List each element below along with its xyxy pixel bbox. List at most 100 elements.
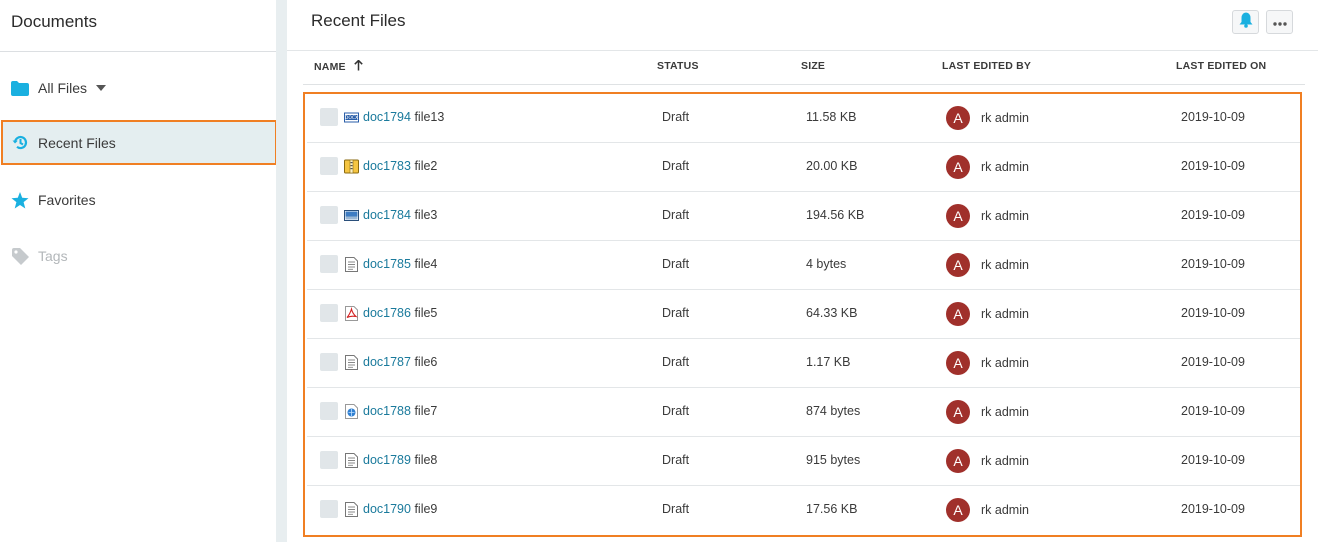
status-cell: Draft — [662, 159, 690, 173]
row-checkbox[interactable] — [320, 255, 338, 273]
file-name[interactable]: doc1783 file2 — [363, 159, 437, 173]
size-cell: 20.00 KB — [806, 159, 858, 173]
text-file-icon — [344, 453, 359, 468]
file-link[interactable]: doc1786 — [363, 306, 411, 320]
row-checkbox[interactable] — [320, 353, 338, 371]
archive-icon — [344, 159, 359, 174]
size-cell: 915 bytes — [806, 453, 861, 467]
status-cell: Draft — [662, 453, 690, 467]
row-checkbox[interactable] — [320, 402, 338, 420]
date-cell: 2019-10-09 — [1181, 208, 1245, 222]
tag-icon — [11, 247, 29, 265]
row-checkbox[interactable] — [320, 451, 338, 469]
status-cell: Draft — [662, 404, 690, 418]
file-title: file13 — [414, 110, 445, 124]
table-row[interactable]: doc1784 file3 Draft 194.56 KB A rk admin… — [307, 192, 1300, 241]
file-link[interactable]: doc1790 — [363, 502, 411, 516]
table-row[interactable]: doc1787 file6 Draft 1.17 KB A rk admin 2… — [307, 339, 1300, 388]
sidebar-item-recent-files[interactable]: Recent Files — [1, 120, 277, 165]
date-cell: 2019-10-09 — [1181, 453, 1245, 467]
file-link[interactable]: doc1787 — [363, 355, 411, 369]
date-cell: 2019-10-09 — [1181, 404, 1245, 418]
column-header-name[interactable]: NAME — [314, 59, 363, 74]
row-checkbox[interactable] — [320, 157, 338, 175]
status-cell: Draft — [662, 208, 690, 222]
panel-divider[interactable] — [276, 0, 287, 542]
file-name[interactable]: doc1786 file5 — [363, 306, 437, 320]
table-row[interactable]: doc1785 file4 Draft 4 bytes A rk admin 2… — [307, 241, 1300, 290]
file-name[interactable]: doc1784 file3 — [363, 208, 437, 222]
avatar: A — [946, 155, 970, 179]
size-cell: 64.33 KB — [806, 306, 858, 320]
file-title: file9 — [414, 502, 438, 516]
avatar: A — [946, 498, 970, 522]
date-cell: 2019-10-09 — [1181, 110, 1245, 124]
column-header-last-edited-by[interactable]: LAST EDITED BY — [942, 60, 1031, 72]
editor-name: rk admin — [981, 209, 1029, 223]
file-link[interactable]: doc1789 — [363, 453, 411, 467]
table-row[interactable]: DOCX doc1794 file13 Draft 11.58 KB A rk … — [307, 94, 1300, 143]
folder-icon — [11, 79, 29, 97]
chevron-down-icon[interactable] — [96, 85, 107, 91]
pdf-icon — [344, 306, 359, 321]
size-cell: 11.58 KB — [806, 110, 857, 124]
svg-text:DOCX: DOCX — [345, 115, 358, 121]
table-row[interactable]: doc1786 file5 Draft 64.33 KB A rk admin … — [307, 290, 1300, 339]
file-name[interactable]: doc1785 file4 — [363, 257, 437, 271]
row-checkbox[interactable] — [320, 108, 338, 126]
file-name[interactable]: doc1790 file9 — [363, 502, 437, 516]
avatar: A — [946, 106, 970, 130]
size-cell: 874 bytes — [806, 404, 861, 418]
file-title: file6 — [414, 355, 438, 369]
more-options-button[interactable] — [1266, 10, 1293, 34]
editor-name: rk admin — [981, 405, 1029, 419]
status-cell: Draft — [662, 110, 690, 124]
file-link[interactable]: doc1794 — [363, 110, 411, 124]
size-cell: 4 bytes — [806, 257, 847, 271]
file-link[interactable]: doc1783 — [363, 159, 411, 173]
text-file-icon — [344, 257, 359, 272]
column-header-status[interactable]: STATUS — [657, 60, 699, 72]
file-name[interactable]: doc1788 file7 — [363, 404, 437, 418]
history-icon — [11, 134, 29, 152]
table-row[interactable]: doc1788 file7 Draft 874 bytes A rk admin… — [307, 388, 1300, 437]
file-link[interactable]: doc1788 — [363, 404, 411, 418]
file-table: DOCX doc1794 file13 Draft 11.58 KB A rk … — [303, 92, 1302, 537]
avatar: A — [946, 449, 970, 473]
date-cell: 2019-10-09 — [1181, 502, 1245, 516]
text-file-icon — [344, 355, 359, 370]
avatar: A — [946, 400, 970, 424]
column-header-last-edited-on[interactable]: LAST EDITED ON — [1176, 60, 1266, 72]
editor-name: rk admin — [981, 454, 1029, 468]
row-checkbox[interactable] — [320, 304, 338, 322]
sidebar-item-all-files[interactable]: All Files — [0, 66, 276, 110]
file-name[interactable]: doc1794 file13 — [363, 110, 444, 124]
avatar: A — [946, 302, 970, 326]
sort-ascending-icon[interactable] — [353, 59, 363, 74]
star-icon — [11, 191, 29, 209]
notifications-button[interactable] — [1232, 10, 1259, 34]
file-name[interactable]: doc1789 file8 — [363, 453, 437, 467]
table-row[interactable]: doc1783 file2 Draft 20.00 KB A rk admin … — [307, 143, 1300, 192]
row-checkbox[interactable] — [320, 500, 338, 518]
sidebar-item-label: All Files — [38, 80, 88, 96]
sidebar-item-favorites[interactable]: Favorites — [0, 178, 276, 222]
column-header-divider — [303, 84, 1305, 85]
file-link[interactable]: doc1785 — [363, 257, 411, 271]
sidebar-item-label: Recent Files — [38, 134, 116, 151]
main-panel: Recent Files NAME STATUS SIZE LAST EDITE… — [287, 0, 1318, 542]
column-header-size[interactable]: SIZE — [801, 60, 825, 72]
editor-name: rk admin — [981, 160, 1029, 174]
status-cell: Draft — [662, 306, 690, 320]
editor-name: rk admin — [981, 258, 1029, 272]
file-title: file2 — [414, 159, 438, 173]
table-row[interactable]: doc1790 file9 Draft 17.56 KB A rk admin … — [307, 486, 1300, 535]
size-cell: 17.56 KB — [806, 502, 858, 516]
table-row[interactable]: doc1789 file8 Draft 915 bytes A rk admin… — [307, 437, 1300, 486]
row-checkbox[interactable] — [320, 206, 338, 224]
file-name[interactable]: doc1787 file6 — [363, 355, 437, 369]
editor-name: rk admin — [981, 356, 1029, 370]
sidebar-item-tags[interactable]: Tags — [0, 234, 276, 278]
file-link[interactable]: doc1784 — [363, 208, 411, 222]
more-horizontal-icon — [1272, 13, 1287, 31]
